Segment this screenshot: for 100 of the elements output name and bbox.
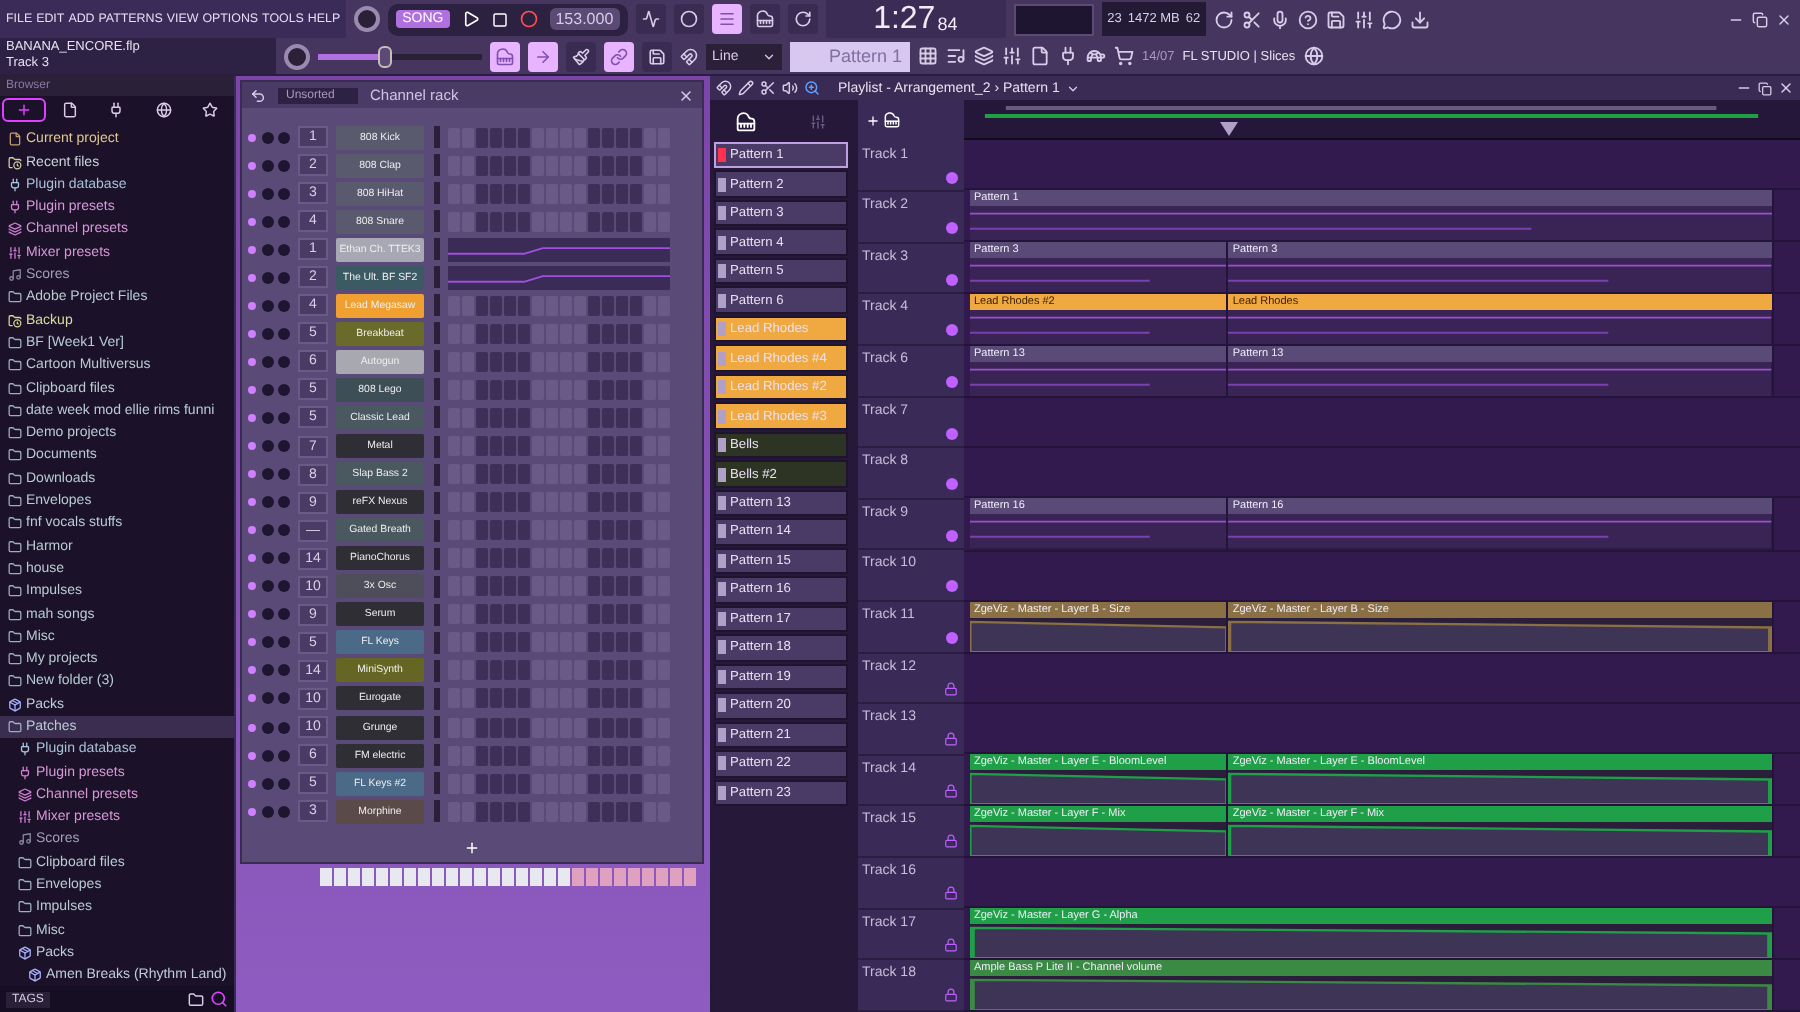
step-pad[interactable] xyxy=(476,492,488,513)
step-pad[interactable] xyxy=(504,520,516,541)
step-pad[interactable] xyxy=(490,323,502,344)
step-pad[interactable] xyxy=(602,436,614,457)
step-pad[interactable] xyxy=(532,688,544,709)
step-pad[interactable] xyxy=(518,351,530,372)
step-pad[interactable] xyxy=(490,127,502,148)
step-pad[interactable] xyxy=(532,351,544,372)
channel-select-bar[interactable] xyxy=(434,519,440,542)
channel-led[interactable] xyxy=(248,413,256,422)
step-pad[interactable] xyxy=(476,464,488,485)
step-pad[interactable] xyxy=(476,323,488,344)
channel-select-bar[interactable] xyxy=(434,435,440,458)
step-pad[interactable] xyxy=(518,492,530,513)
step-pad[interactable] xyxy=(518,520,530,541)
step-pad[interactable] xyxy=(574,127,586,148)
step-pad[interactable] xyxy=(616,773,628,794)
volume-knob[interactable] xyxy=(278,664,290,677)
scissors-icon[interactable] xyxy=(1242,9,1263,29)
step-pad[interactable] xyxy=(490,745,502,766)
step-pad[interactable] xyxy=(574,745,586,766)
step-pad[interactable] xyxy=(630,183,642,204)
step-pad[interactable] xyxy=(602,351,614,372)
step-pad[interactable] xyxy=(462,632,474,653)
metronome-button[interactable] xyxy=(635,4,666,34)
channel-select-bar[interactable] xyxy=(434,547,440,570)
step-pad[interactable] xyxy=(644,379,656,400)
step-pad[interactable] xyxy=(476,295,488,316)
step-pad[interactable] xyxy=(574,464,586,485)
step-pad[interactable] xyxy=(574,295,586,316)
step-pad[interactable] xyxy=(518,576,530,597)
step-pad[interactable] xyxy=(462,576,474,597)
step-pad[interactable] xyxy=(462,436,474,457)
step-pad[interactable] xyxy=(476,801,488,822)
step-pad[interactable] xyxy=(462,520,474,541)
step-pad[interactable] xyxy=(644,323,656,344)
step-pad[interactable] xyxy=(504,632,516,653)
step-pad[interactable] xyxy=(602,604,614,625)
step-pad[interactable] xyxy=(504,801,516,822)
step-pad[interactable] xyxy=(490,688,502,709)
channel-select-bar[interactable] xyxy=(434,350,440,373)
step-pad[interactable] xyxy=(490,576,502,597)
step-pad[interactable] xyxy=(476,745,488,766)
step-pad[interactable] xyxy=(602,632,614,653)
volume-knob[interactable] xyxy=(278,383,290,396)
step-pad[interactable] xyxy=(504,660,516,681)
channel-led[interactable] xyxy=(248,751,256,760)
step-pad[interactable] xyxy=(574,660,586,681)
arrow-button[interactable] xyxy=(528,41,558,71)
volume-knob[interactable] xyxy=(278,552,290,565)
step-pad[interactable] xyxy=(588,211,600,232)
step-pad[interactable] xyxy=(518,801,530,822)
step-pad[interactable] xyxy=(462,660,474,681)
step-pad[interactable] xyxy=(518,632,530,653)
step-pad[interactable] xyxy=(616,295,628,316)
step-pad[interactable] xyxy=(504,379,516,400)
step-pad[interactable] xyxy=(574,576,586,597)
step-pad[interactable] xyxy=(602,520,614,541)
step-pad[interactable] xyxy=(504,773,516,794)
cart-icon[interactable] xyxy=(1114,46,1134,66)
slider-thumb[interactable] xyxy=(377,45,392,67)
step-pad[interactable] xyxy=(602,801,614,822)
step-pad[interactable] xyxy=(616,464,628,485)
step-pad[interactable] xyxy=(504,688,516,709)
step-pad[interactable] xyxy=(616,323,628,344)
volume-knob[interactable] xyxy=(278,355,290,368)
step-pad[interactable] xyxy=(518,295,530,316)
pan-knob[interactable] xyxy=(262,411,274,424)
channel-select-bar[interactable] xyxy=(434,154,440,177)
step-pad[interactable] xyxy=(490,211,502,232)
save-icon[interactable] xyxy=(1326,9,1347,29)
channel-led[interactable] xyxy=(248,273,256,282)
piano-icon[interactable] xyxy=(884,112,900,129)
lock-icon[interactable] xyxy=(944,988,958,1003)
channel-select-bar[interactable] xyxy=(434,800,440,823)
step-pad[interactable] xyxy=(644,576,656,597)
step-pad[interactable] xyxy=(532,632,544,653)
step-pad[interactable] xyxy=(574,155,586,176)
volume-knob[interactable] xyxy=(278,524,290,537)
step-pad[interactable] xyxy=(602,211,614,232)
track-dot[interactable] xyxy=(946,324,958,337)
step-pad[interactable] xyxy=(518,436,530,457)
volume-knob[interactable] xyxy=(278,411,290,424)
lock-icon[interactable] xyxy=(944,681,958,696)
plus-icon[interactable] xyxy=(866,113,880,128)
layers-icon[interactable] xyxy=(974,46,994,66)
pan-knob[interactable] xyxy=(262,580,274,593)
restore-icon[interactable] xyxy=(1758,81,1772,95)
step-pad[interactable] xyxy=(504,155,516,176)
volume-knob[interactable] xyxy=(278,805,290,818)
plug-icon[interactable] xyxy=(1058,46,1078,66)
grid-icon[interactable] xyxy=(918,46,938,66)
step-pad[interactable] xyxy=(630,520,642,541)
step-pad[interactable] xyxy=(602,407,614,428)
channel-select-bar[interactable] xyxy=(434,603,440,626)
step-pad[interactable] xyxy=(532,155,544,176)
step-pad[interactable] xyxy=(588,604,600,625)
step-pad[interactable] xyxy=(630,548,642,569)
step-pad[interactable] xyxy=(532,323,544,344)
close-icon[interactable] xyxy=(678,87,694,103)
